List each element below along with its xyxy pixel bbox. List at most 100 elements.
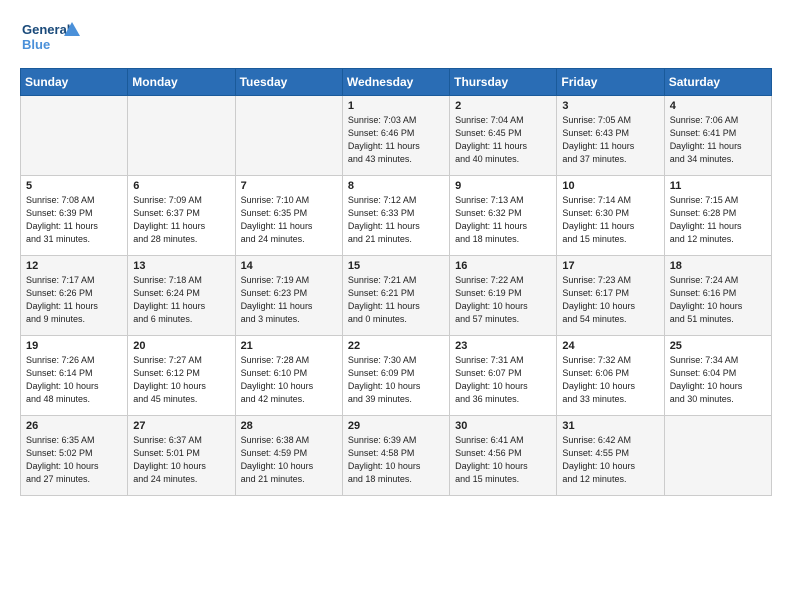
day-cell: 29Sunrise: 6:39 AMSunset: 4:58 PMDayligh… [342,416,449,496]
logo: General Blue [20,18,80,58]
day-number: 26 [26,420,122,432]
day-cell: 13 Sunrise: 7:18 AMSunset: 6:24 PMDayligh… [128,256,235,336]
day-cell: 8Sunrise: 7:12 AMSunset: 6:33 PMDaylight… [342,176,449,256]
day-info: Sunrise: 7:26 AMSunset: 6:14 PMDaylight:… [26,354,122,406]
day-info: Sunrise: 7:23 AMSunset: 6:17 PMDaylight:… [562,274,658,326]
day-number: 4 [670,100,766,112]
day-info: Sunrise: 6:35 AMSunset: 5:02 PMDaylight:… [26,434,122,486]
day-cell: 24Sunrise: 7:32 AMSunset: 6:06 PMDayligh… [557,336,664,416]
day-cell: 30 Sunrise: 6:41 AMSunset: 4:56 PMDayligh… [450,416,557,496]
day-cell: 31 Sunrise: 6:42 AMSunset: 4:55 PMDayligh… [557,416,664,496]
day-number: 28 [241,420,337,432]
day-cell: 21Sunrise: 7:28 AMSunset: 6:10 PMDayligh… [235,336,342,416]
day-cell: 28 Sunrise: 6:38 AMSunset: 4:59 PMDayligh… [235,416,342,496]
day-cell [128,96,235,176]
day-number: 9 [455,180,551,192]
day-number: 6 [133,180,229,192]
day-cell: 1 Sunrise: 7:03 AMSunset: 6:46 PMDaylight… [342,96,449,176]
day-number: 5 [26,180,122,192]
week-row-1: 1 Sunrise: 7:03 AMSunset: 6:46 PMDaylight… [21,96,772,176]
header-area: General Blue [20,18,772,58]
col-header-friday: Friday [557,69,664,96]
day-cell: 7 Sunrise: 7:10 AMSunset: 6:35 PMDaylight… [235,176,342,256]
day-info: Sunrise: 7:08 AMSunset: 6:39 PMDaylight:… [26,194,122,246]
day-cell [235,96,342,176]
day-number: 27 [133,420,229,432]
day-info: Sunrise: 7:06 AMSunset: 6:41 PMDaylight:… [670,114,766,166]
day-info: Sunrise: 7:04 AMSunset: 6:45 PMDaylight:… [455,114,551,166]
day-info: Sunrise: 7:19 AMSunset: 6:23 PMDaylight:… [241,274,337,326]
day-info: Sunrise: 7:05 AMSunset: 6:43 PMDaylight:… [562,114,658,166]
day-number: 16 [455,260,551,272]
col-header-monday: Monday [128,69,235,96]
day-number: 13 [133,260,229,272]
col-header-tuesday: Tuesday [235,69,342,96]
day-info: Sunrise: 7:09 AMSunset: 6:37 PMDaylight:… [133,194,229,246]
col-header-saturday: Saturday [664,69,771,96]
day-number: 12 [26,260,122,272]
day-cell: 23Sunrise: 7:31 AMSunset: 6:07 PMDayligh… [450,336,557,416]
day-cell: 16 Sunrise: 7:22 AMSunset: 6:19 PMDayligh… [450,256,557,336]
calendar-table: SundayMondayTuesdayWednesdayThursdayFrid… [20,68,772,496]
day-cell: 9 Sunrise: 7:13 AMSunset: 6:32 PMDaylight… [450,176,557,256]
week-row-2: 5 Sunrise: 7:08 AMSunset: 6:39 PMDaylight… [21,176,772,256]
day-info: Sunrise: 7:03 AMSunset: 6:46 PMDaylight:… [348,114,444,166]
day-cell: 14 Sunrise: 7:19 AMSunset: 6:23 PMDayligh… [235,256,342,336]
day-number: 14 [241,260,337,272]
day-info: Sunrise: 7:17 AMSunset: 6:26 PMDaylight:… [26,274,122,326]
day-cell: 12 Sunrise: 7:17 AMSunset: 6:26 PMDayligh… [21,256,128,336]
day-number: 11 [670,180,766,192]
svg-text:Blue: Blue [22,37,50,52]
day-info: Sunrise: 7:10 AMSunset: 6:35 PMDaylight:… [241,194,337,246]
day-cell: 18 Sunrise: 7:24 AMSunset: 6:16 PMDayligh… [664,256,771,336]
col-header-wednesday: Wednesday [342,69,449,96]
day-info: Sunrise: 6:37 AMSunset: 5:01 PMDaylight:… [133,434,229,486]
day-number: 31 [562,420,658,432]
day-number: 23 [455,340,551,352]
day-cell: 2 Sunrise: 7:04 AMSunset: 6:45 PMDaylight… [450,96,557,176]
day-number: 18 [670,260,766,272]
day-number: 25 [670,340,766,352]
day-cell: 26 Sunrise: 6:35 AMSunset: 5:02 PMDayligh… [21,416,128,496]
day-info: Sunrise: 7:34 AMSunset: 6:04 PMDaylight:… [670,354,766,406]
day-cell: 15 Sunrise: 7:21 AMSunset: 6:21 PMDayligh… [342,256,449,336]
day-cell: 11 Sunrise: 7:15 AMSunset: 6:28 PMDayligh… [664,176,771,256]
day-cell: 10Sunrise: 7:14 AMSunset: 6:30 PMDayligh… [557,176,664,256]
day-info: Sunrise: 6:42 AMSunset: 4:55 PMDaylight:… [562,434,658,486]
day-number: 19 [26,340,122,352]
day-info: Sunrise: 7:13 AMSunset: 6:32 PMDaylight:… [455,194,551,246]
day-cell: 22Sunrise: 7:30 AMSunset: 6:09 PMDayligh… [342,336,449,416]
day-cell: 17Sunrise: 7:23 AMSunset: 6:17 PMDayligh… [557,256,664,336]
day-cell [21,96,128,176]
day-info: Sunrise: 7:21 AMSunset: 6:21 PMDaylight:… [348,274,444,326]
day-cell: 3 Sunrise: 7:05 AMSunset: 6:43 PMDaylight… [557,96,664,176]
day-number: 2 [455,100,551,112]
day-info: Sunrise: 7:24 AMSunset: 6:16 PMDaylight:… [670,274,766,326]
day-info: Sunrise: 6:39 AMSunset: 4:58 PMDaylight:… [348,434,444,486]
day-info: Sunrise: 7:12 AMSunset: 6:33 PMDaylight:… [348,194,444,246]
day-info: Sunrise: 7:28 AMSunset: 6:10 PMDaylight:… [241,354,337,406]
day-cell: 20Sunrise: 7:27 AMSunset: 6:12 PMDayligh… [128,336,235,416]
col-header-sunday: Sunday [21,69,128,96]
day-info: Sunrise: 6:41 AMSunset: 4:56 PMDaylight:… [455,434,551,486]
day-cell: 19 Sunrise: 7:26 AMSunset: 6:14 PMDayligh… [21,336,128,416]
week-row-4: 19 Sunrise: 7:26 AMSunset: 6:14 PMDayligh… [21,336,772,416]
day-info: Sunrise: 7:15 AMSunset: 6:28 PMDaylight:… [670,194,766,246]
day-info: Sunrise: 7:32 AMSunset: 6:06 PMDaylight:… [562,354,658,406]
day-number: 1 [348,100,444,112]
calendar-container: General Blue SundayMondayTuesdayWednesda… [0,0,792,506]
week-row-5: 26 Sunrise: 6:35 AMSunset: 5:02 PMDayligh… [21,416,772,496]
day-cell: 4 Sunrise: 7:06 AMSunset: 6:41 PMDaylight… [664,96,771,176]
day-info: Sunrise: 7:30 AMSunset: 6:09 PMDaylight:… [348,354,444,406]
day-number: 3 [562,100,658,112]
logo-svg: General Blue [20,18,80,58]
day-number: 15 [348,260,444,272]
day-info: Sunrise: 6:38 AMSunset: 4:59 PMDaylight:… [241,434,337,486]
svg-text:General: General [22,22,70,37]
day-info: Sunrise: 7:22 AMSunset: 6:19 PMDaylight:… [455,274,551,326]
day-number: 30 [455,420,551,432]
day-info: Sunrise: 7:27 AMSunset: 6:12 PMDaylight:… [133,354,229,406]
week-row-3: 12 Sunrise: 7:17 AMSunset: 6:26 PMDayligh… [21,256,772,336]
day-info: Sunrise: 7:18 AMSunset: 6:24 PMDaylight:… [133,274,229,326]
day-number: 7 [241,180,337,192]
